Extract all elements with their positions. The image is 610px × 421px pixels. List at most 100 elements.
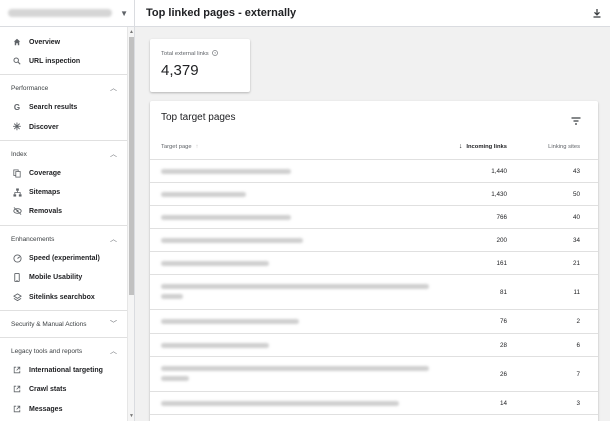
- speed-icon: [11, 253, 23, 263]
- scroll-down-icon[interactable]: ▼: [128, 413, 134, 419]
- table-card-header: Top target pages: [150, 101, 598, 133]
- nav-overview[interactable]: Overview: [0, 33, 127, 51]
- divider: [0, 225, 127, 226]
- target-page-url-redacted: [161, 238, 303, 243]
- target-page-url-redacted: [161, 376, 189, 381]
- nav-crawl-stats-label: Crawl stats: [29, 385, 67, 393]
- sort-arrow-up-icon: ↑: [195, 143, 199, 150]
- linking-sites-cell: 40: [572, 214, 580, 221]
- sidebar: ▼ Overview URL inspection Performance ︿ …: [0, 0, 135, 421]
- column-target-page-label: Target page: [161, 143, 192, 150]
- stat-label: Total external links: [161, 51, 209, 57]
- column-incoming-links-label: Incoming links: [466, 143, 507, 150]
- caret-down-icon: ▼: [120, 8, 128, 18]
- download-button[interactable]: [590, 6, 604, 20]
- download-icon: [593, 9, 601, 18]
- table-row[interactable]: 1,440 43: [150, 160, 598, 183]
- column-header-linking-sites[interactable]: Linking sites: [548, 133, 580, 160]
- asterisk-icon: ✳: [12, 121, 22, 133]
- scrollbar-thumb[interactable]: [129, 37, 134, 295]
- table-row[interactable]: 161 21: [150, 252, 598, 275]
- sitemap-icon: [11, 187, 23, 197]
- linking-sites-cell: 6: [576, 342, 580, 349]
- nav-messages-label: Messages: [29, 405, 63, 413]
- section-index[interactable]: Index ︿: [0, 146, 127, 162]
- section-security-label: Security & Manual Actions: [11, 320, 87, 328]
- nav-sitemaps-label: Sitemaps: [29, 188, 61, 196]
- nav-url-inspection[interactable]: URL inspection: [0, 52, 127, 70]
- nav-mobile-usability[interactable]: Mobile Usability: [0, 268, 127, 286]
- external-link-icon: [11, 366, 23, 374]
- column-header-target-page[interactable]: Target page ↑: [161, 133, 199, 160]
- nav-search-results[interactable]: G Search results: [0, 98, 127, 116]
- linking-sites-cell: 11: [573, 289, 580, 296]
- section-enhancements[interactable]: Enhancements ︿: [0, 231, 127, 247]
- linking-sites-cell: 3: [576, 400, 580, 407]
- table-header: Target page ↑ ↓ Incoming links Linking s…: [150, 133, 598, 160]
- nav-discover-label: Discover: [29, 123, 59, 131]
- nav-messages[interactable]: Messages: [0, 400, 127, 418]
- linking-sites-cell: 7: [576, 371, 580, 378]
- nav-sitemaps[interactable]: Sitemaps: [0, 183, 127, 201]
- incoming-links-cell: 161: [496, 260, 507, 267]
- linking-sites-cell: 21: [572, 260, 580, 267]
- sidebar-scrollbar[interactable]: ▲ ▼: [127, 27, 134, 421]
- nav-sitelinks-searchbox[interactable]: Sitelinks searchbox: [0, 288, 127, 306]
- table-row[interactable]: 76 2: [150, 310, 598, 334]
- target-page-url-redacted: [161, 284, 429, 289]
- total-links-card: Total external links ? 4,379: [150, 39, 250, 92]
- google-g-icon: G: [13, 102, 21, 112]
- header-bar: Top linked pages - externally: [135, 0, 610, 27]
- help-icon[interactable]: ?: [211, 50, 218, 58]
- incoming-links-cell: 14: [499, 400, 507, 407]
- property-name-redacted: [8, 9, 112, 17]
- table-row[interactable]: 1,430 50: [150, 183, 598, 206]
- section-performance[interactable]: Performance ︿: [0, 80, 127, 96]
- table-title: Top target pages: [161, 111, 236, 123]
- nav-removals[interactable]: Removals: [0, 202, 127, 220]
- linking-sites-cell: 50: [572, 191, 580, 198]
- eye-off-icon: [11, 207, 23, 215]
- copy-icon: [11, 169, 23, 178]
- top-target-pages-card: Top target pages Target page ↑ ↓ Incomin…: [150, 101, 598, 421]
- section-performance-label: Performance: [11, 84, 49, 92]
- table-row[interactable]: 766 40: [150, 206, 598, 229]
- filter-icon[interactable]: [571, 112, 581, 125]
- chevron-up-icon: ︿: [110, 348, 117, 355]
- incoming-links-cell: 1,440: [491, 168, 507, 175]
- nav-coverage-label: Coverage: [29, 169, 61, 177]
- table-row[interactable]: 26 7: [150, 357, 598, 392]
- table-row[interactable]: 81 11: [150, 275, 598, 310]
- page-title: Top linked pages - externally: [146, 7, 297, 19]
- nav-coverage[interactable]: Coverage: [0, 164, 127, 182]
- scroll-up-icon[interactable]: ▲: [128, 29, 134, 35]
- divider: [0, 310, 127, 311]
- section-security[interactable]: Security & Manual Actions ﹀: [0, 316, 127, 332]
- chevron-up-icon: ︿: [110, 236, 117, 243]
- nav-search-results-label: Search results: [29, 103, 78, 111]
- sort-arrow-down-icon: ↓: [458, 143, 463, 150]
- nav-international-targeting[interactable]: International targeting: [0, 361, 127, 379]
- svg-text:?: ?: [214, 51, 216, 55]
- incoming-links-cell: 26: [499, 371, 507, 378]
- nav-overview-label: Overview: [29, 38, 61, 46]
- target-page-url-redacted: [161, 261, 269, 266]
- stat-label-row: Total external links ?: [161, 50, 239, 58]
- app-window: ▼ Overview URL inspection Performance ︿ …: [0, 0, 610, 421]
- table-row[interactable]: 200 34: [150, 229, 598, 252]
- incoming-links-cell: 81: [499, 289, 507, 296]
- divider: [0, 140, 127, 141]
- external-link-icon: [11, 385, 23, 393]
- nav-removals-label: Removals: [29, 207, 63, 215]
- table-row[interactable]: 14 3: [150, 392, 598, 415]
- nav-discover[interactable]: ✳ Discover: [0, 118, 127, 136]
- section-legacy[interactable]: Legacy tools and reports ︿: [0, 343, 127, 359]
- incoming-links-cell: 1,430: [491, 191, 507, 198]
- column-header-incoming-links[interactable]: ↓ Incoming links: [459, 133, 507, 160]
- table-row[interactable]: 28 6: [150, 334, 598, 357]
- nav-speed[interactable]: Speed (experimental): [0, 249, 127, 267]
- nav-crawl-stats[interactable]: Crawl stats: [0, 380, 127, 398]
- property-selector[interactable]: ▼: [0, 0, 134, 27]
- incoming-links-cell: 200: [496, 237, 507, 244]
- nav-sitelinks-searchbox-label: Sitelinks searchbox: [29, 293, 95, 301]
